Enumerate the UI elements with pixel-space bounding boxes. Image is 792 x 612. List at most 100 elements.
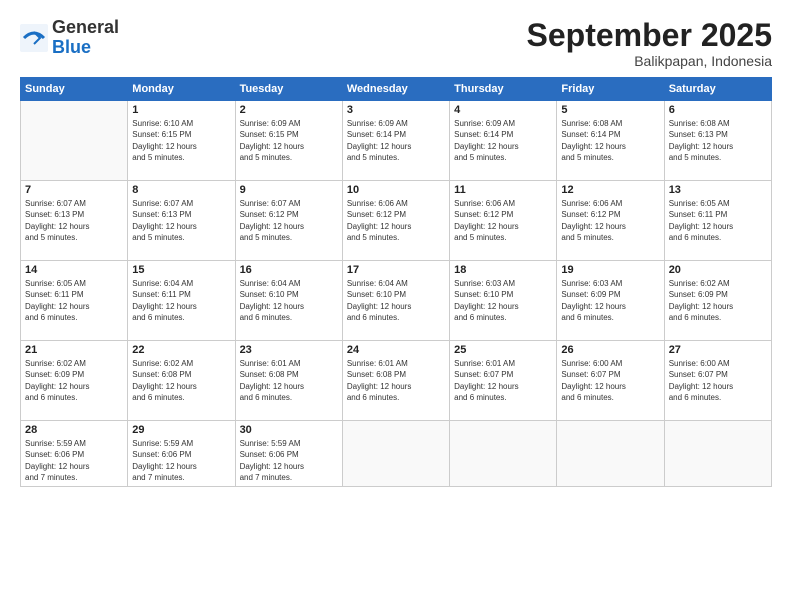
logo-general-text: General xyxy=(52,18,119,38)
day-info: Sunrise: 6:01 AM Sunset: 6:08 PM Dayligh… xyxy=(240,358,338,403)
day-cell: 16Sunrise: 6:04 AM Sunset: 6:10 PM Dayli… xyxy=(235,261,342,341)
day-number: 8 xyxy=(132,184,230,196)
day-cell: 8 Sunrise: 6:07 AM Sunset: 6:13 PM Daylig… xyxy=(128,181,235,261)
day-cell: 22Sunrise: 6:02 AM Sunset: 6:08 PM Dayli… xyxy=(128,341,235,421)
day-number: 30 xyxy=(240,424,338,436)
day-info: Sunrise: 6:04 AM Sunset: 6:10 PM Dayligh… xyxy=(240,278,338,323)
day-number: 19 xyxy=(561,264,659,276)
logo-icon xyxy=(20,24,48,52)
logo-blue-text: Blue xyxy=(52,38,119,58)
location-subtitle: Balikpapan, Indonesia xyxy=(527,53,772,69)
day-number: 17 xyxy=(347,264,445,276)
header-sunday: Sunday xyxy=(21,78,128,101)
day-info: Sunrise: 5:59 AM Sunset: 6:06 PM Dayligh… xyxy=(240,438,338,483)
day-number: 24 xyxy=(347,344,445,356)
day-number: 11 xyxy=(454,184,552,196)
day-cell xyxy=(557,421,664,487)
day-number: 21 xyxy=(25,344,123,356)
day-info: Sunrise: 6:07 AM Sunset: 6:13 PM Dayligh… xyxy=(132,198,230,243)
day-cell: 19Sunrise: 6:03 AM Sunset: 6:09 PM Dayli… xyxy=(557,261,664,341)
day-number: 22 xyxy=(132,344,230,356)
day-cell: 27Sunrise: 6:00 AM Sunset: 6:07 PM Dayli… xyxy=(664,341,771,421)
day-info: Sunrise: 6:09 AM Sunset: 6:14 PM Dayligh… xyxy=(347,118,445,163)
header-monday: Monday xyxy=(128,78,235,101)
day-cell: 14Sunrise: 6:05 AM Sunset: 6:11 PM Dayli… xyxy=(21,261,128,341)
day-cell: 15 Sunrise: 6:04 AM Sunset: 6:11 PM Dayli… xyxy=(128,261,235,341)
day-number: 6 xyxy=(669,104,767,116)
day-info: Sunrise: 6:08 AM Sunset: 6:13 PM Dayligh… xyxy=(669,118,767,163)
day-cell xyxy=(664,421,771,487)
day-number: 13 xyxy=(669,184,767,196)
day-number: 5 xyxy=(561,104,659,116)
day-info: Sunrise: 6:05 AM Sunset: 6:11 PM Dayligh… xyxy=(669,198,767,243)
day-cell: 2 Sunrise: 6:09 AM Sunset: 6:15 PM Daylig… xyxy=(235,101,342,181)
day-cell: 25 Sunrise: 6:01 AM Sunset: 6:07 PM Dayli… xyxy=(450,341,557,421)
day-cell: 4 Sunrise: 6:09 AM Sunset: 6:14 PM Daylig… xyxy=(450,101,557,181)
day-info: Sunrise: 6:02 AM Sunset: 6:09 PM Dayligh… xyxy=(669,278,767,323)
day-info: Sunrise: 5:59 AM Sunset: 6:06 PM Dayligh… xyxy=(25,438,123,483)
day-number: 4 xyxy=(454,104,552,116)
day-cell xyxy=(342,421,449,487)
day-number: 29 xyxy=(132,424,230,436)
title-area: September 2025 Balikpapan, Indonesia xyxy=(527,18,772,69)
day-info: Sunrise: 6:01 AM Sunset: 6:07 PM Dayligh… xyxy=(454,358,552,403)
day-cell: 12Sunrise: 6:06 AM Sunset: 6:12 PM Dayli… xyxy=(557,181,664,261)
day-cell: 13 Sunrise: 6:05 AM Sunset: 6:11 PM Dayli… xyxy=(664,181,771,261)
day-cell: 17Sunrise: 6:04 AM Sunset: 6:10 PM Dayli… xyxy=(342,261,449,341)
day-cell: 24 Sunrise: 6:01 AM Sunset: 6:08 PM Dayli… xyxy=(342,341,449,421)
day-info: Sunrise: 6:07 AM Sunset: 6:13 PM Dayligh… xyxy=(25,198,123,243)
day-cell: 30 Sunrise: 5:59 AM Sunset: 6:06 PM Dayli… xyxy=(235,421,342,487)
week-row-2: 14Sunrise: 6:05 AM Sunset: 6:11 PM Dayli… xyxy=(21,261,772,341)
day-cell: 6 Sunrise: 6:08 AM Sunset: 6:13 PM Daylig… xyxy=(664,101,771,181)
day-cell xyxy=(21,101,128,181)
day-info: Sunrise: 6:03 AM Sunset: 6:10 PM Dayligh… xyxy=(454,278,552,323)
logo: General Blue xyxy=(20,18,119,58)
day-number: 15 xyxy=(132,264,230,276)
day-info: Sunrise: 5:59 AM Sunset: 6:06 PM Dayligh… xyxy=(132,438,230,483)
day-info: Sunrise: 6:06 AM Sunset: 6:12 PM Dayligh… xyxy=(347,198,445,243)
day-info: Sunrise: 6:06 AM Sunset: 6:12 PM Dayligh… xyxy=(561,198,659,243)
day-cell: 11 Sunrise: 6:06 AM Sunset: 6:12 PM Dayli… xyxy=(450,181,557,261)
day-info: Sunrise: 6:02 AM Sunset: 6:09 PM Dayligh… xyxy=(25,358,123,403)
header-wednesday: Wednesday xyxy=(342,78,449,101)
week-row-0: 1Sunrise: 6:10 AM Sunset: 6:15 PM Daylig… xyxy=(21,101,772,181)
day-number: 2 xyxy=(240,104,338,116)
header-row: SundayMondayTuesdayWednesdayThursdayFrid… xyxy=(21,78,772,101)
day-cell: 1Sunrise: 6:10 AM Sunset: 6:15 PM Daylig… xyxy=(128,101,235,181)
day-info: Sunrise: 6:06 AM Sunset: 6:12 PM Dayligh… xyxy=(454,198,552,243)
day-cell: 29 Sunrise: 5:59 AM Sunset: 6:06 PM Dayli… xyxy=(128,421,235,487)
day-info: Sunrise: 6:01 AM Sunset: 6:08 PM Dayligh… xyxy=(347,358,445,403)
day-number: 27 xyxy=(669,344,767,356)
day-number: 18 xyxy=(454,264,552,276)
day-cell: 18 Sunrise: 6:03 AM Sunset: 6:10 PM Dayli… xyxy=(450,261,557,341)
month-title: September 2025 xyxy=(527,18,772,53)
day-number: 9 xyxy=(240,184,338,196)
day-info: Sunrise: 6:00 AM Sunset: 6:07 PM Dayligh… xyxy=(561,358,659,403)
day-info: Sunrise: 6:09 AM Sunset: 6:14 PM Dayligh… xyxy=(454,118,552,163)
header-tuesday: Tuesday xyxy=(235,78,342,101)
day-info: Sunrise: 6:09 AM Sunset: 6:15 PM Dayligh… xyxy=(240,118,338,163)
day-info: Sunrise: 6:08 AM Sunset: 6:14 PM Dayligh… xyxy=(561,118,659,163)
day-number: 23 xyxy=(240,344,338,356)
day-number: 26 xyxy=(561,344,659,356)
header-thursday: Thursday xyxy=(450,78,557,101)
calendar-table: SundayMondayTuesdayWednesdayThursdayFrid… xyxy=(20,77,772,487)
day-cell: 23 Sunrise: 6:01 AM Sunset: 6:08 PM Dayli… xyxy=(235,341,342,421)
week-row-4: 28 Sunrise: 5:59 AM Sunset: 6:06 PM Dayli… xyxy=(21,421,772,487)
day-number: 14 xyxy=(25,264,123,276)
day-cell: 5 Sunrise: 6:08 AM Sunset: 6:14 PM Daylig… xyxy=(557,101,664,181)
day-number: 20 xyxy=(669,264,767,276)
day-cell: 20 Sunrise: 6:02 AM Sunset: 6:09 PM Dayli… xyxy=(664,261,771,341)
day-cell: 3 Sunrise: 6:09 AM Sunset: 6:14 PM Daylig… xyxy=(342,101,449,181)
day-cell: 9Sunrise: 6:07 AM Sunset: 6:12 PM Daylig… xyxy=(235,181,342,261)
week-row-3: 21 Sunrise: 6:02 AM Sunset: 6:09 PM Dayli… xyxy=(21,341,772,421)
day-number: 28 xyxy=(25,424,123,436)
header-friday: Friday xyxy=(557,78,664,101)
day-number: 3 xyxy=(347,104,445,116)
day-cell: 28 Sunrise: 5:59 AM Sunset: 6:06 PM Dayli… xyxy=(21,421,128,487)
week-row-1: 7Sunrise: 6:07 AM Sunset: 6:13 PM Daylig… xyxy=(21,181,772,261)
day-cell xyxy=(450,421,557,487)
day-cell: 26 Sunrise: 6:00 AM Sunset: 6:07 PM Dayli… xyxy=(557,341,664,421)
day-number: 25 xyxy=(454,344,552,356)
day-info: Sunrise: 6:04 AM Sunset: 6:11 PM Dayligh… xyxy=(132,278,230,323)
